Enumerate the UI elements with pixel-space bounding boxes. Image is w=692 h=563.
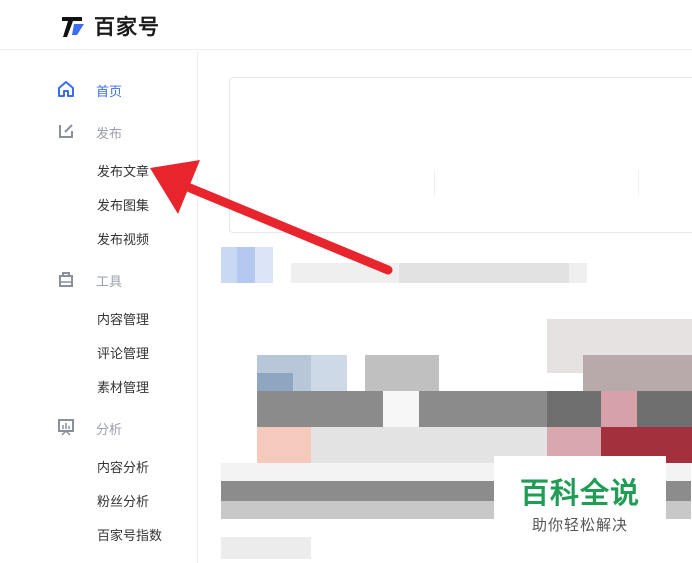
blurred-image [257,373,293,391]
sidebar-item-publish-article[interactable]: 发布文章 [97,161,149,180]
blurred-block [255,247,273,283]
blurred-image [365,355,439,391]
sidebar-item-publish-gallery[interactable]: 发布图集 [97,195,149,214]
card-divider [434,170,435,196]
sidebar-item-content-manage[interactable]: 内容管理 [97,309,149,328]
sidebar-item-baijiahao-index[interactable]: 百家号指数 [97,525,162,544]
blurred-block [221,247,237,283]
sidebar-item-analysis[interactable]: 分析 [56,417,122,438]
card-divider [638,170,639,196]
blurred-block [399,263,569,283]
sidebar-item-content-analysis[interactable]: 内容分析 [97,457,149,476]
top-header: 百家号 [0,0,692,50]
sidebar-item-publish[interactable]: 发布 [56,121,122,142]
blurred-block [237,247,255,283]
sidebar-item-comment-manage[interactable]: 评论管理 [97,343,149,362]
edit-icon [59,124,73,138]
sidebar-item-home[interactable]: 首页 [56,79,122,100]
baijiahao-logo-icon [62,17,84,37]
brand-name: 百家号 [94,15,160,39]
sidebar-item-publish-video[interactable]: 发布视频 [97,229,149,248]
blurred-image [583,355,692,391]
sidebar-nav: 首页 发布 发布文章 发布图集 发布视频 工具 内容管理 评论管理 素材管理 分… [0,51,198,563]
watermark-subtitle: 助你轻松解决 [531,516,628,534]
stats-card [229,77,692,233]
sidebar-item-fans-analysis[interactable]: 粉丝分析 [97,491,149,510]
sidebar-item-material-manage[interactable]: 素材管理 [97,377,149,396]
home-icon [58,81,74,97]
bag-icon [59,272,73,287]
watermark: 百科全说 助你轻松解决 [494,456,666,536]
sidebar-item-tools[interactable]: 工具 [56,269,122,290]
blurred-image [383,391,419,427]
blurred-image [311,355,347,391]
blurred-block [221,537,311,559]
brand-logo[interactable]: 百家号 [60,11,160,41]
blurred-image [257,427,311,463]
sidebar-item-publish-label: 发布 [96,127,123,142]
sidebar-item-tools-label: 工具 [96,275,123,290]
sidebar-item-home-label: 首页 [96,85,123,100]
blurred-image [601,391,637,427]
sidebar-item-analysis-label: 分析 [96,423,123,438]
chart-icon [58,419,74,436]
watermark-title: 百科全说 [519,476,640,510]
